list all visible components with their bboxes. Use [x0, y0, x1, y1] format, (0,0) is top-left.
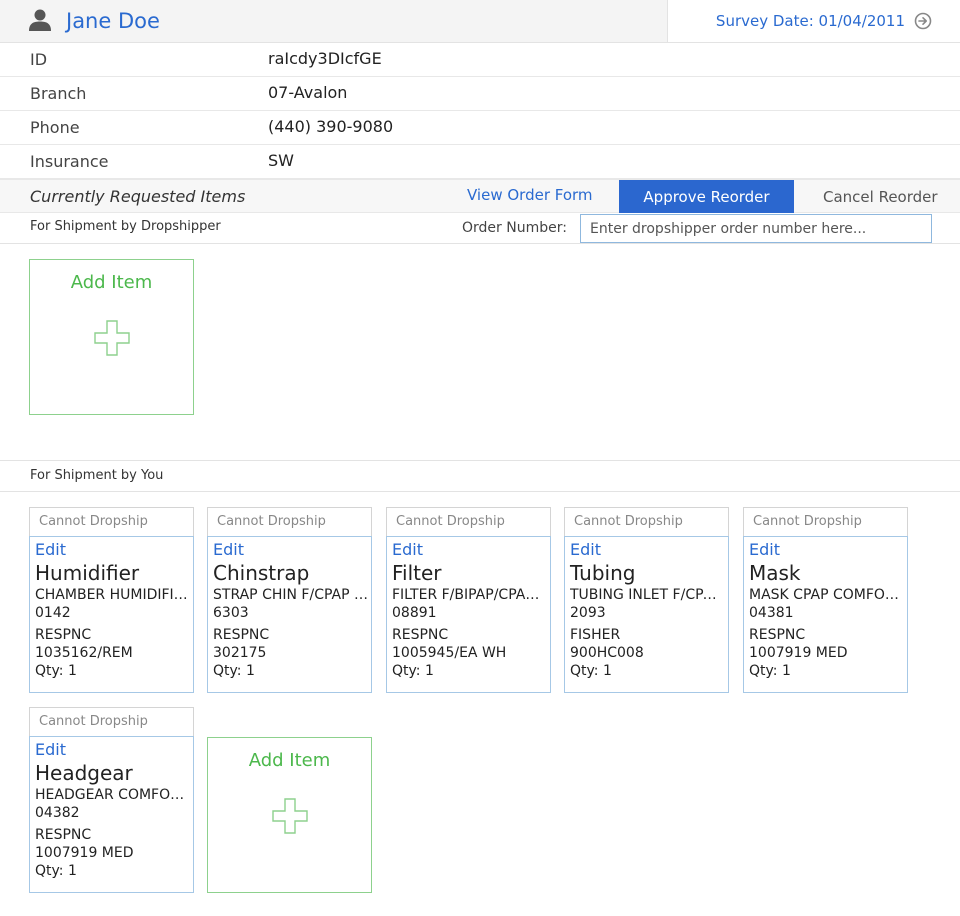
item-qty: Qty: 1	[392, 663, 434, 679]
edit-link[interactable]: Edit	[570, 540, 728, 560]
item-description: FILTER F/BIPAP/CPAP UNIT	[392, 587, 547, 603]
item-vendor: RESPNC	[35, 827, 92, 843]
item-card-tubing: Edit Tubing TUBING INLET F/CPAP UNIT 209…	[564, 536, 729, 693]
edit-link[interactable]: Edit	[35, 540, 193, 560]
item-code: 2093	[570, 605, 606, 621]
item-card-humidifier: Edit Humidifier CHAMBER HUMIDIFIER F/CPA…	[29, 536, 194, 693]
patient-name[interactable]: Jane Doe	[66, 7, 160, 35]
edit-link[interactable]: Edit	[35, 740, 193, 760]
item-name: Chinstrap	[213, 561, 310, 585]
item-card-chinstrap: Edit Chinstrap STRAP CHIN F/CPAP MASK 63…	[207, 536, 372, 693]
item-qty: Qty: 1	[35, 863, 77, 879]
item-description: HEADGEAR COMFORTGEL	[35, 787, 190, 803]
edit-link[interactable]: Edit	[213, 540, 371, 560]
arrow-right-circle-icon[interactable]	[914, 12, 932, 30]
dropshipper-section-label: For Shipment by Dropshipper	[30, 219, 221, 234]
item-part: 1007919 MED	[749, 645, 848, 661]
edit-link[interactable]: Edit	[392, 540, 550, 560]
item-vendor: RESPNC	[35, 627, 92, 643]
item-code: 04381	[749, 605, 794, 621]
item-part: 302175	[213, 645, 267, 661]
item-description: TUBING INLET F/CPAP UNIT	[570, 587, 725, 603]
cannot-dropship-tag: Cannot Dropship	[743, 507, 908, 537]
item-code: 6303	[213, 605, 249, 621]
item-description: CHAMBER HUMIDIFIER F/CPAP	[35, 587, 190, 603]
patient-name-bar: Jane Doe	[0, 0, 668, 42]
info-label: Phone	[30, 118, 80, 137]
cannot-dropship-tag: Cannot Dropship	[564, 507, 729, 537]
item-qty: Qty: 1	[749, 663, 791, 679]
cannot-dropship-tag: Cannot Dropship	[207, 507, 372, 537]
info-label: Branch	[30, 84, 87, 103]
cancel-reorder-link[interactable]: Cancel Reorder	[823, 188, 938, 206]
item-qty: Qty: 1	[35, 663, 77, 679]
item-name: Headgear	[35, 761, 133, 785]
item-part: 1005945/EA WH	[392, 645, 507, 661]
item-qty: Qty: 1	[570, 663, 612, 679]
item-part: 1035162/REM	[35, 645, 133, 661]
patient-header: Jane Doe Survey Date: 01/04/2011	[0, 0, 960, 43]
item-part: 900HC008	[570, 645, 644, 661]
order-number-label: Order Number:	[462, 220, 567, 236]
survey-date: Survey Date: 01/04/2011	[715, 12, 905, 30]
requested-items-title: Currently Requested Items	[30, 187, 246, 206]
item-code: 08891	[392, 605, 437, 621]
item-vendor: RESPNC	[392, 627, 449, 643]
cannot-dropship-tag: Cannot Dropship	[29, 707, 194, 737]
order-number-input[interactable]	[580, 214, 932, 243]
info-value: SW	[268, 151, 294, 170]
info-value: raIcdy3DIcfGE	[268, 49, 382, 68]
item-description: MASK CPAP COMFORTGEL	[749, 587, 904, 603]
dropshipper-section-header: For Shipment by Dropshipper Order Number…	[0, 212, 960, 244]
you-section-header: For Shipment by You	[0, 460, 960, 492]
info-row-branch: Branch 07-Avalon	[0, 77, 960, 111]
cannot-dropship-tag: Cannot Dropship	[386, 507, 551, 537]
requested-items-bar: Currently Requested Items View Order For…	[0, 179, 960, 213]
info-row-id: ID raIcdy3DIcfGE	[0, 43, 960, 77]
you-section-label: For Shipment by You	[30, 468, 164, 483]
item-vendor: RESPNC	[213, 627, 270, 643]
add-item-you-button[interactable]: Add Item	[207, 737, 372, 893]
item-card-headgear: Edit Headgear HEADGEAR COMFORTGEL 04382 …	[29, 736, 194, 893]
add-item-label: Add Item	[248, 750, 331, 771]
add-item-label: Add Item	[70, 272, 153, 293]
item-vendor: RESPNC	[749, 627, 806, 643]
survey-date-link[interactable]: Survey Date: 01/04/2011	[716, 10, 932, 32]
cannot-dropship-tag: Cannot Dropship	[29, 507, 194, 537]
item-description: STRAP CHIN F/CPAP MASK	[213, 587, 368, 603]
user-icon	[29, 9, 51, 31]
info-value: 07-Avalon	[268, 83, 348, 102]
info-label: ID	[30, 50, 48, 69]
info-row-insurance: Insurance SW	[0, 145, 960, 179]
info-label: Insurance	[30, 152, 109, 171]
item-name: Filter	[392, 561, 442, 585]
item-name: Tubing	[570, 561, 636, 585]
item-code: 04382	[35, 805, 80, 821]
item-name: Humidifier	[35, 561, 140, 585]
add-item-dropshipper-button[interactable]: Add Item	[29, 259, 194, 415]
info-value: (440) 390-9080	[268, 117, 394, 136]
edit-link[interactable]: Edit	[749, 540, 907, 560]
item-card-mask: Edit Mask MASK CPAP COMFORTGEL 04381 RES…	[743, 536, 908, 693]
item-part: 1007919 MED	[35, 845, 134, 861]
approve-reorder-button[interactable]: Approve Reorder	[619, 180, 794, 213]
plus-icon	[272, 798, 308, 834]
view-order-form-link[interactable]: View Order Form	[467, 186, 593, 204]
info-row-phone: Phone (440) 390-9080	[0, 111, 960, 145]
item-code: 0142	[35, 605, 71, 621]
item-card-filter: Edit Filter FILTER F/BIPAP/CPAP UNIT 088…	[386, 536, 551, 693]
item-qty: Qty: 1	[213, 663, 255, 679]
plus-icon	[94, 320, 130, 356]
item-name: Mask	[749, 561, 801, 585]
item-vendor: FISHER	[570, 627, 621, 643]
